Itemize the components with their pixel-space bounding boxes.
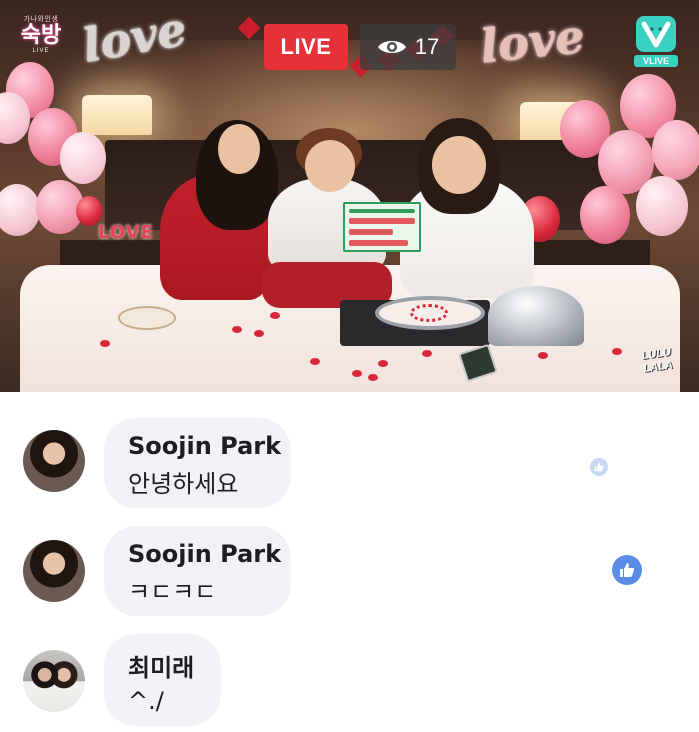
rose-petal <box>538 352 548 359</box>
balloon <box>580 186 630 244</box>
heart-dessert <box>410 304 448 322</box>
avatar[interactable] <box>23 650 85 712</box>
faded-like-icon[interactable] <box>590 458 608 476</box>
silver-cloche <box>488 286 584 346</box>
rose-petal <box>368 374 378 381</box>
comment-item: 최미래 ^./ <box>0 634 699 732</box>
rose-petal <box>100 340 110 347</box>
comment-text: ㅋㄷㅋㄷ <box>128 578 217 606</box>
bowl <box>118 306 176 330</box>
comment-item: Soojin Park 안녕하세요 <box>0 418 699 518</box>
eye-icon <box>377 41 406 53</box>
head <box>432 136 486 194</box>
avatar[interactable] <box>23 540 85 602</box>
vlive-logo[interactable]: VLIVE <box>634 16 678 72</box>
rose-petal <box>270 312 280 319</box>
comment-text: 안녕하세요 <box>128 470 239 498</box>
comment-text: ^./ <box>128 687 164 715</box>
wall-lamp-left <box>82 95 152 135</box>
head <box>305 140 355 192</box>
love-light-sign: LOVE <box>98 222 154 243</box>
comment-bubble[interactable]: Soojin Park 안녕하세요 <box>104 418 291 508</box>
vlive-wordmark: VLIVE <box>634 55 678 67</box>
comment-author[interactable]: 최미래 <box>128 648 197 683</box>
held-info-card <box>343 202 421 252</box>
head <box>218 124 260 174</box>
comment-item: Soojin Park ㅋㄷㅋㄷ <box>0 526 699 626</box>
balloon <box>60 132 106 184</box>
viewer-count: 17 <box>414 34 440 59</box>
rose-petal <box>310 358 320 365</box>
comment-bubble[interactable]: Soojin Park ㅋㄷㅋㄷ <box>104 526 291 616</box>
rose-petal <box>254 330 264 337</box>
channel-logo-tag: LIVE <box>32 48 50 54</box>
channel-logo: 가나와인생 숙방 LIVE <box>16 14 66 64</box>
lulu-lala-watermark: LULU LALA <box>640 346 674 375</box>
rose-petal <box>378 360 388 367</box>
channel-logo-name: 숙방 <box>20 23 62 48</box>
rose-petal <box>422 350 432 357</box>
balloon <box>636 176 688 236</box>
avatar[interactable] <box>23 430 85 492</box>
live-badge: LIVE <box>264 24 348 70</box>
love-foil-balloon-right: love <box>477 8 587 74</box>
comment-bubble[interactable]: 최미래 ^./ <box>104 634 221 726</box>
live-video-player[interactable]: love love LOVE 가나와인생 숙방 LIVE LIVE 17 VLI… <box>0 0 699 392</box>
vlive-v-icon <box>636 16 676 52</box>
rose-petal <box>232 326 242 333</box>
live-comment-feed[interactable]: Soojin Park 안녕하세요 Soojin Park ㅋㄷㅋㄷ 최미래 ^… <box>0 392 699 732</box>
balloon <box>0 184 40 236</box>
comment-author[interactable]: Soojin Park <box>128 540 281 568</box>
rose-petal <box>352 370 362 377</box>
viewer-count-badge: 17 <box>360 24 456 70</box>
balloon <box>652 120 699 180</box>
like-icon[interactable] <box>612 555 642 585</box>
rose-petal <box>612 348 622 355</box>
comment-author[interactable]: Soojin Park <box>128 432 281 460</box>
